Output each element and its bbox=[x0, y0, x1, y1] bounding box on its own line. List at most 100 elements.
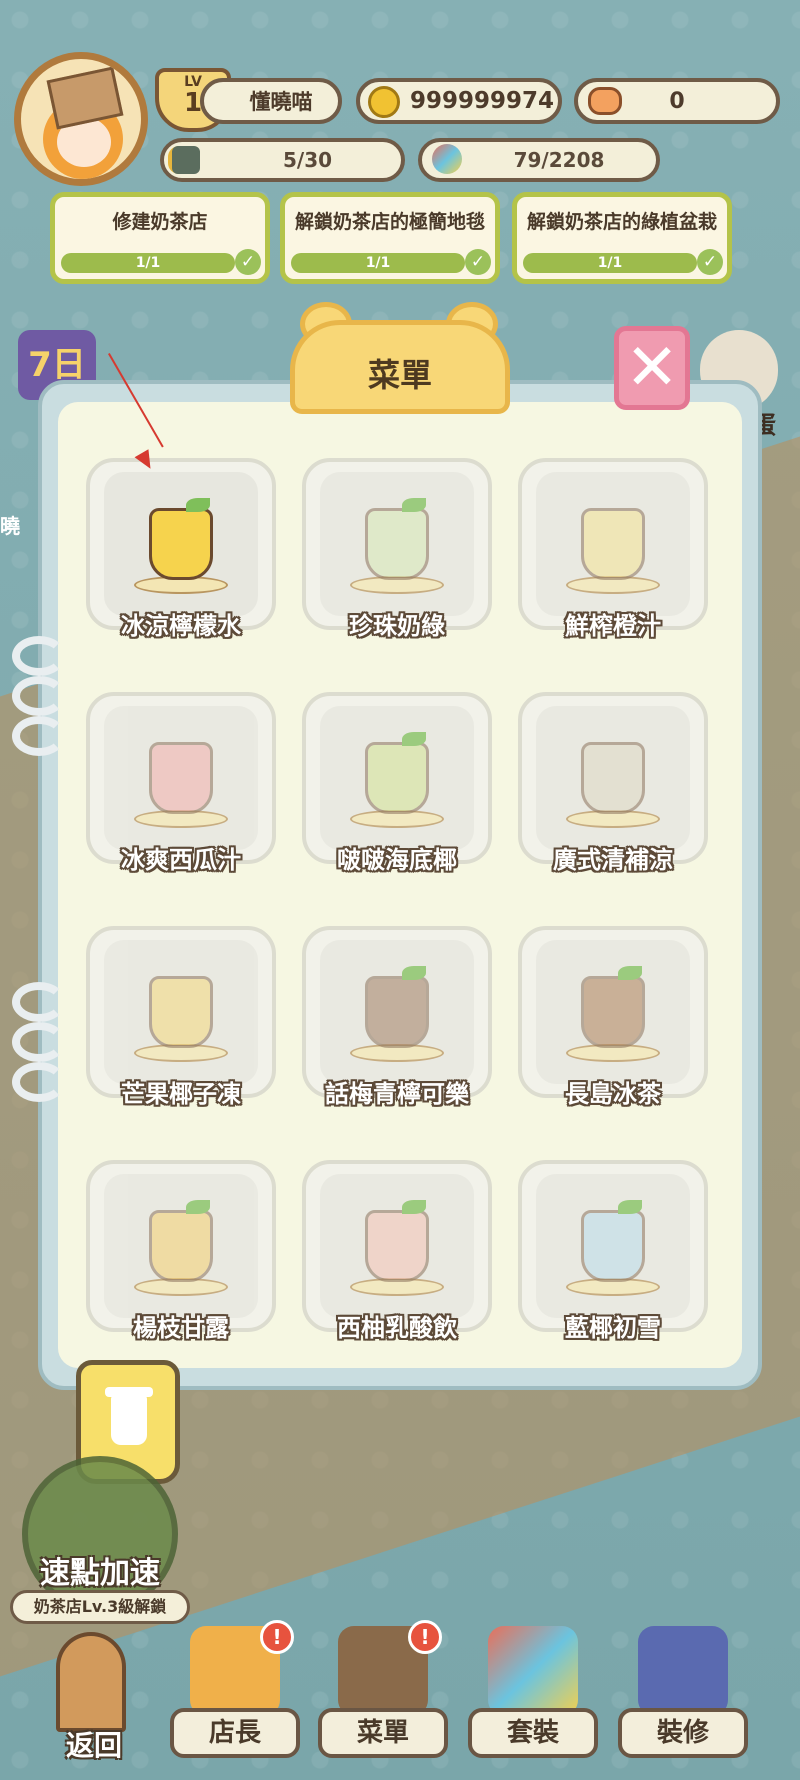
menu-item-watermelon-juice[interactable]: 冰爽西瓜汁 bbox=[86, 692, 276, 892]
menu-title: 菜單 bbox=[290, 320, 510, 414]
nav-outfit-label: 套裝 bbox=[468, 1708, 598, 1758]
menu-item-cantonese-soup[interactable]: 廣式清補涼 bbox=[518, 692, 708, 892]
task-card-3[interactable]: 解鎖奶茶店的綠植盆栽 1/1 ✓ bbox=[512, 192, 732, 284]
player-avatar[interactable] bbox=[14, 52, 148, 186]
item-name: 長島冰茶 bbox=[565, 1080, 661, 1108]
nav-menu-label: 菜單 bbox=[318, 1708, 448, 1758]
watermelon-drink-icon bbox=[149, 742, 213, 814]
cat-counter[interactable]: 0 bbox=[574, 78, 780, 124]
mint-leaf-icon bbox=[618, 966, 642, 980]
progress-bar-b: 79/2208 bbox=[418, 138, 660, 182]
item-name: 話梅青檸可樂 bbox=[325, 1080, 469, 1108]
progress-text-a: 5/30 bbox=[282, 148, 333, 172]
lemonade-drink-icon bbox=[149, 508, 213, 580]
player-name[interactable]: 懂曉喵 bbox=[200, 78, 342, 124]
player-name-text: 懂曉喵 bbox=[249, 90, 313, 114]
binder-ring-icon bbox=[12, 1062, 66, 1102]
cat-icon bbox=[588, 87, 622, 115]
speed-up-label: 速點加速 bbox=[40, 1556, 160, 1591]
check-icon: ✓ bbox=[235, 249, 261, 275]
task-title: 解鎖奶茶店的極簡地毯 bbox=[294, 211, 485, 233]
mango-sago-icon bbox=[149, 1210, 213, 1282]
binder-ring-icon bbox=[12, 716, 66, 756]
task-progress: 1/1 bbox=[61, 253, 235, 273]
progress-text-b: 79/2208 bbox=[513, 148, 605, 172]
task-card-1[interactable]: 修建奶茶店 1/1 ✓ bbox=[50, 192, 270, 284]
menu-item-long-island-iced-tea[interactable]: 長島冰茶 bbox=[518, 926, 708, 1126]
back-label: 返回 bbox=[65, 1729, 122, 1762]
menu-item-grapefruit-yakult[interactable]: 西柚乳酸飲 bbox=[302, 1160, 492, 1360]
close-button[interactable]: ✕ bbox=[614, 326, 690, 410]
orange-juice-drink-icon bbox=[581, 508, 645, 580]
menu-item-orange-juice[interactable]: 鮮榨橙汁 bbox=[518, 458, 708, 658]
side-label-left: 曉 bbox=[0, 514, 20, 538]
item-name: 西柚乳酸飲 bbox=[337, 1314, 457, 1342]
task-progress: 1/1 bbox=[291, 253, 465, 273]
mint-leaf-icon bbox=[618, 1200, 642, 1214]
coconut-drink-icon bbox=[365, 742, 429, 814]
item-name: 冰爽西瓜汁 bbox=[121, 846, 241, 874]
task-title: 解鎖奶茶店的綠植盆栽 bbox=[526, 211, 717, 233]
progress-bar-a: 5/30 bbox=[160, 138, 405, 182]
menu-item-coconut[interactable]: 啵啵海底椰 bbox=[302, 692, 492, 892]
menu-item-mango-coconut-jelly[interactable]: 芒果椰子凍 bbox=[86, 926, 276, 1126]
item-name: 鮮榨橙汁 bbox=[565, 612, 661, 640]
menu-item-mango-pomelo-sago[interactable]: 楊枝甘露 bbox=[86, 1160, 276, 1360]
coin-value: 999999974 bbox=[410, 88, 555, 114]
door-icon bbox=[56, 1632, 126, 1732]
nav-manager-button[interactable]: ! 店長 bbox=[170, 1620, 300, 1760]
task-progress: 1/1 bbox=[523, 253, 697, 273]
back-button[interactable]: 返回 bbox=[50, 1632, 140, 1762]
item-name: 楊枝甘露 bbox=[133, 1314, 229, 1342]
mint-leaf-icon bbox=[186, 498, 210, 512]
item-name: 啵啵海底椰 bbox=[337, 846, 457, 874]
nav-decor-button[interactable]: 裝修 bbox=[618, 1620, 748, 1760]
paint-brush-icon bbox=[488, 1626, 578, 1716]
leaf-icon bbox=[402, 498, 426, 512]
coin-icon bbox=[368, 86, 400, 118]
milk-green-drink-icon bbox=[365, 508, 429, 580]
mystery-box-icon bbox=[638, 1626, 728, 1716]
alert-icon: ! bbox=[260, 1620, 294, 1654]
item-name: 珍珠奶綠 bbox=[349, 612, 445, 640]
mint-leaf-icon bbox=[186, 1200, 210, 1214]
item-image bbox=[320, 472, 474, 616]
menu-item-plum-lime-cola[interactable]: 話梅青檸可樂 bbox=[302, 926, 492, 1126]
item-name: 冰涼檸檬水 bbox=[121, 612, 241, 640]
binder-ring-icon bbox=[12, 982, 66, 1022]
item-name: 藍椰初雪 bbox=[565, 1314, 661, 1342]
cup-icon bbox=[111, 1395, 147, 1445]
grapefruit-drink-icon bbox=[365, 1210, 429, 1282]
nav-outfit-button[interactable]: 套裝 bbox=[468, 1620, 598, 1760]
menu-item-pearl-milk-green[interactable]: 珍珠奶綠 bbox=[302, 458, 492, 658]
alert-icon: ! bbox=[408, 1620, 442, 1654]
blue-coconut-drink-icon bbox=[581, 1210, 645, 1282]
check-icon: ✓ bbox=[697, 249, 723, 275]
task-title: 修建奶茶店 bbox=[112, 211, 208, 233]
item-image bbox=[536, 940, 690, 1084]
item-name: 芒果椰子凍 bbox=[121, 1080, 241, 1108]
unlock-requirement: 奶茶店Lv.3級解鎖 bbox=[10, 1590, 190, 1624]
cat-value: 0 bbox=[669, 88, 685, 114]
cola-drink-icon bbox=[365, 976, 429, 1048]
item-image bbox=[320, 1174, 474, 1318]
check-icon: ✓ bbox=[465, 249, 491, 275]
mango-dessert-icon bbox=[149, 976, 213, 1048]
item-image bbox=[536, 706, 690, 850]
task-card-2[interactable]: 解鎖奶茶店的極簡地毯 1/1 ✓ bbox=[280, 192, 500, 284]
item-image bbox=[104, 706, 258, 850]
mint-leaf-icon bbox=[402, 1200, 426, 1214]
binder-ring-icon bbox=[12, 676, 66, 716]
nav-decor-label: 裝修 bbox=[618, 1708, 748, 1758]
binder-ring-icon bbox=[12, 636, 66, 676]
nav-menu-button[interactable]: ! 菜單 bbox=[318, 1620, 448, 1760]
item-image bbox=[320, 940, 474, 1084]
item-image bbox=[536, 1174, 690, 1318]
item-image bbox=[104, 472, 258, 616]
menu-item-lemonade[interactable]: 冰涼檸檬水 bbox=[86, 458, 276, 658]
dessert-bowl-icon bbox=[581, 742, 645, 814]
item-image bbox=[536, 472, 690, 616]
menu-item-blue-coconut-snow[interactable]: 藍椰初雪 bbox=[518, 1160, 708, 1360]
coin-counter[interactable]: 999999974 bbox=[356, 78, 562, 124]
register-icon bbox=[172, 146, 200, 174]
